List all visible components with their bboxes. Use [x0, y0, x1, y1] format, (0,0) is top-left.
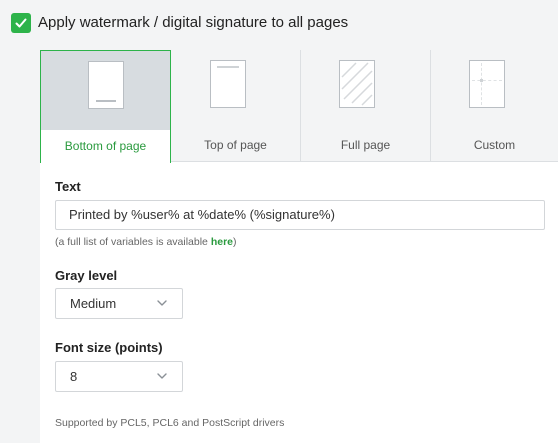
tab-label: Custom — [473, 138, 516, 152]
variables-hint: (a full list of variables is available h… — [55, 236, 237, 248]
page-top-line-icon — [210, 60, 246, 108]
page-diagonal-lines-icon — [339, 60, 375, 108]
hint-suffix: ) — [233, 236, 237, 248]
checkmark-icon — [15, 18, 27, 28]
chevron-down-icon — [157, 373, 167, 379]
apply-watermark-label[interactable]: Apply watermark / digital signature to a… — [38, 14, 348, 31]
page-bottom-line-icon — [88, 61, 124, 109]
tab-label: Bottom of page — [64, 139, 147, 153]
gray-level-select[interactable]: Medium — [55, 288, 183, 319]
watermark-header: Apply watermark / digital signature to a… — [0, 0, 558, 46]
tab-bottom-of-page[interactable]: Bottom of page — [40, 50, 171, 163]
chevron-down-icon — [157, 300, 167, 306]
font-size-select[interactable]: 8 — [55, 361, 183, 392]
tab-custom[interactable]: Custom — [431, 50, 558, 162]
gray-level-label: Gray level — [55, 268, 118, 283]
hint-prefix: (a full list of variables is available — [55, 236, 211, 248]
gray-level-value: Medium — [70, 296, 117, 311]
driver-support-note: Supported by PCL5, PCL6 and PostScript d… — [55, 417, 285, 429]
watermark-text-input[interactable]: Printed by %user% at %date% (%signature%… — [55, 200, 545, 230]
text-field-label: Text — [55, 179, 81, 194]
font-size-value: 8 — [70, 369, 78, 384]
font-size-label: Font size (points) — [55, 340, 163, 355]
tab-label: Full page — [340, 138, 391, 152]
tab-full-page[interactable]: Full page — [301, 50, 431, 162]
variables-help-link[interactable]: here — [211, 236, 233, 248]
watermark-settings-panel: Bottom of page Top of page Full page Cus… — [40, 50, 558, 443]
page-custom-icon — [469, 60, 505, 108]
position-tabs: Bottom of page Top of page Full page Cus… — [40, 50, 558, 163]
apply-watermark-checkbox[interactable] — [11, 13, 31, 33]
tab-top-of-page[interactable]: Top of page — [171, 50, 301, 162]
tab-label: Top of page — [204, 138, 267, 152]
